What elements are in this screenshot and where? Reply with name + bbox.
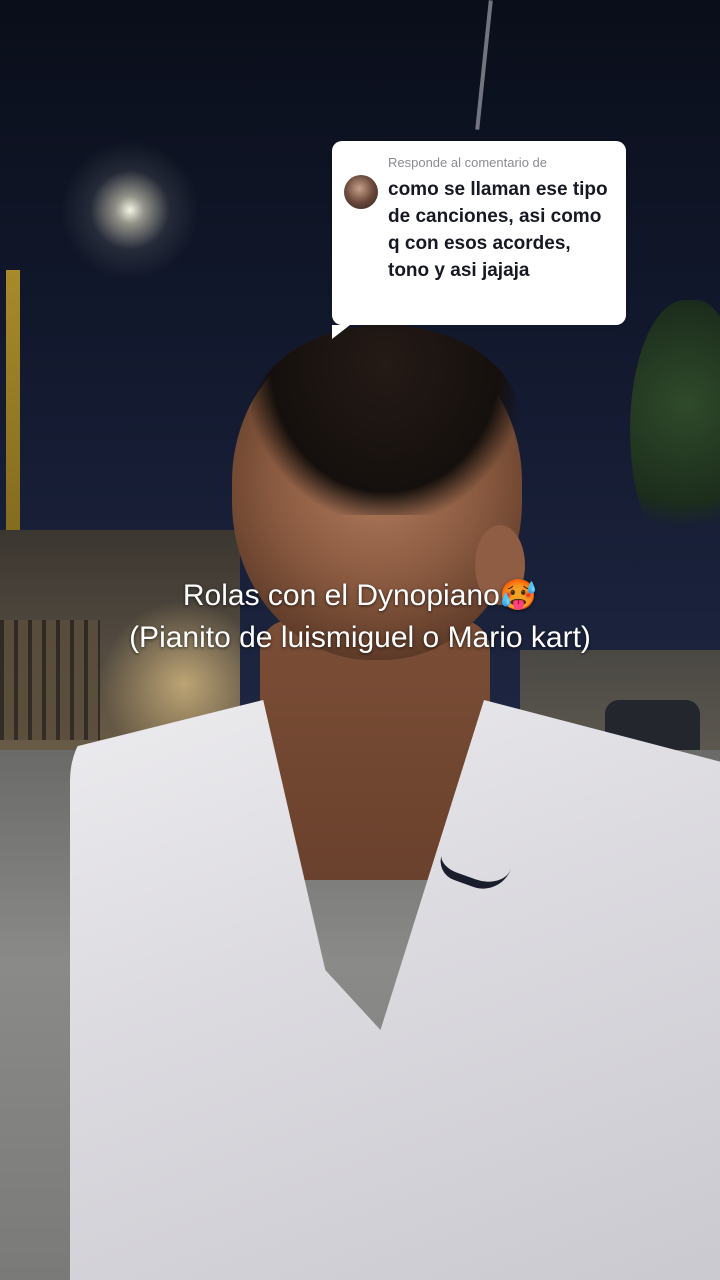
caption-line-2: (Pianito de luismiguel o Mario kart) [129, 621, 591, 654]
reply-comment-text: como se llaman ese tipo de canciones, as… [388, 179, 608, 281]
reply-header: Responde al comentario de [388, 155, 547, 170]
comment-reply-card[interactable]: Responde al comentario de como se llaman… [332, 141, 626, 339]
commenter-avatar[interactable] [344, 175, 378, 209]
caption-line-1: Rolas con el Dynopiano🥵 [182, 579, 538, 612]
video-caption: Rolas con el Dynopiano🥵 (Pianito de luis… [60, 575, 660, 659]
hair [250, 325, 520, 515]
